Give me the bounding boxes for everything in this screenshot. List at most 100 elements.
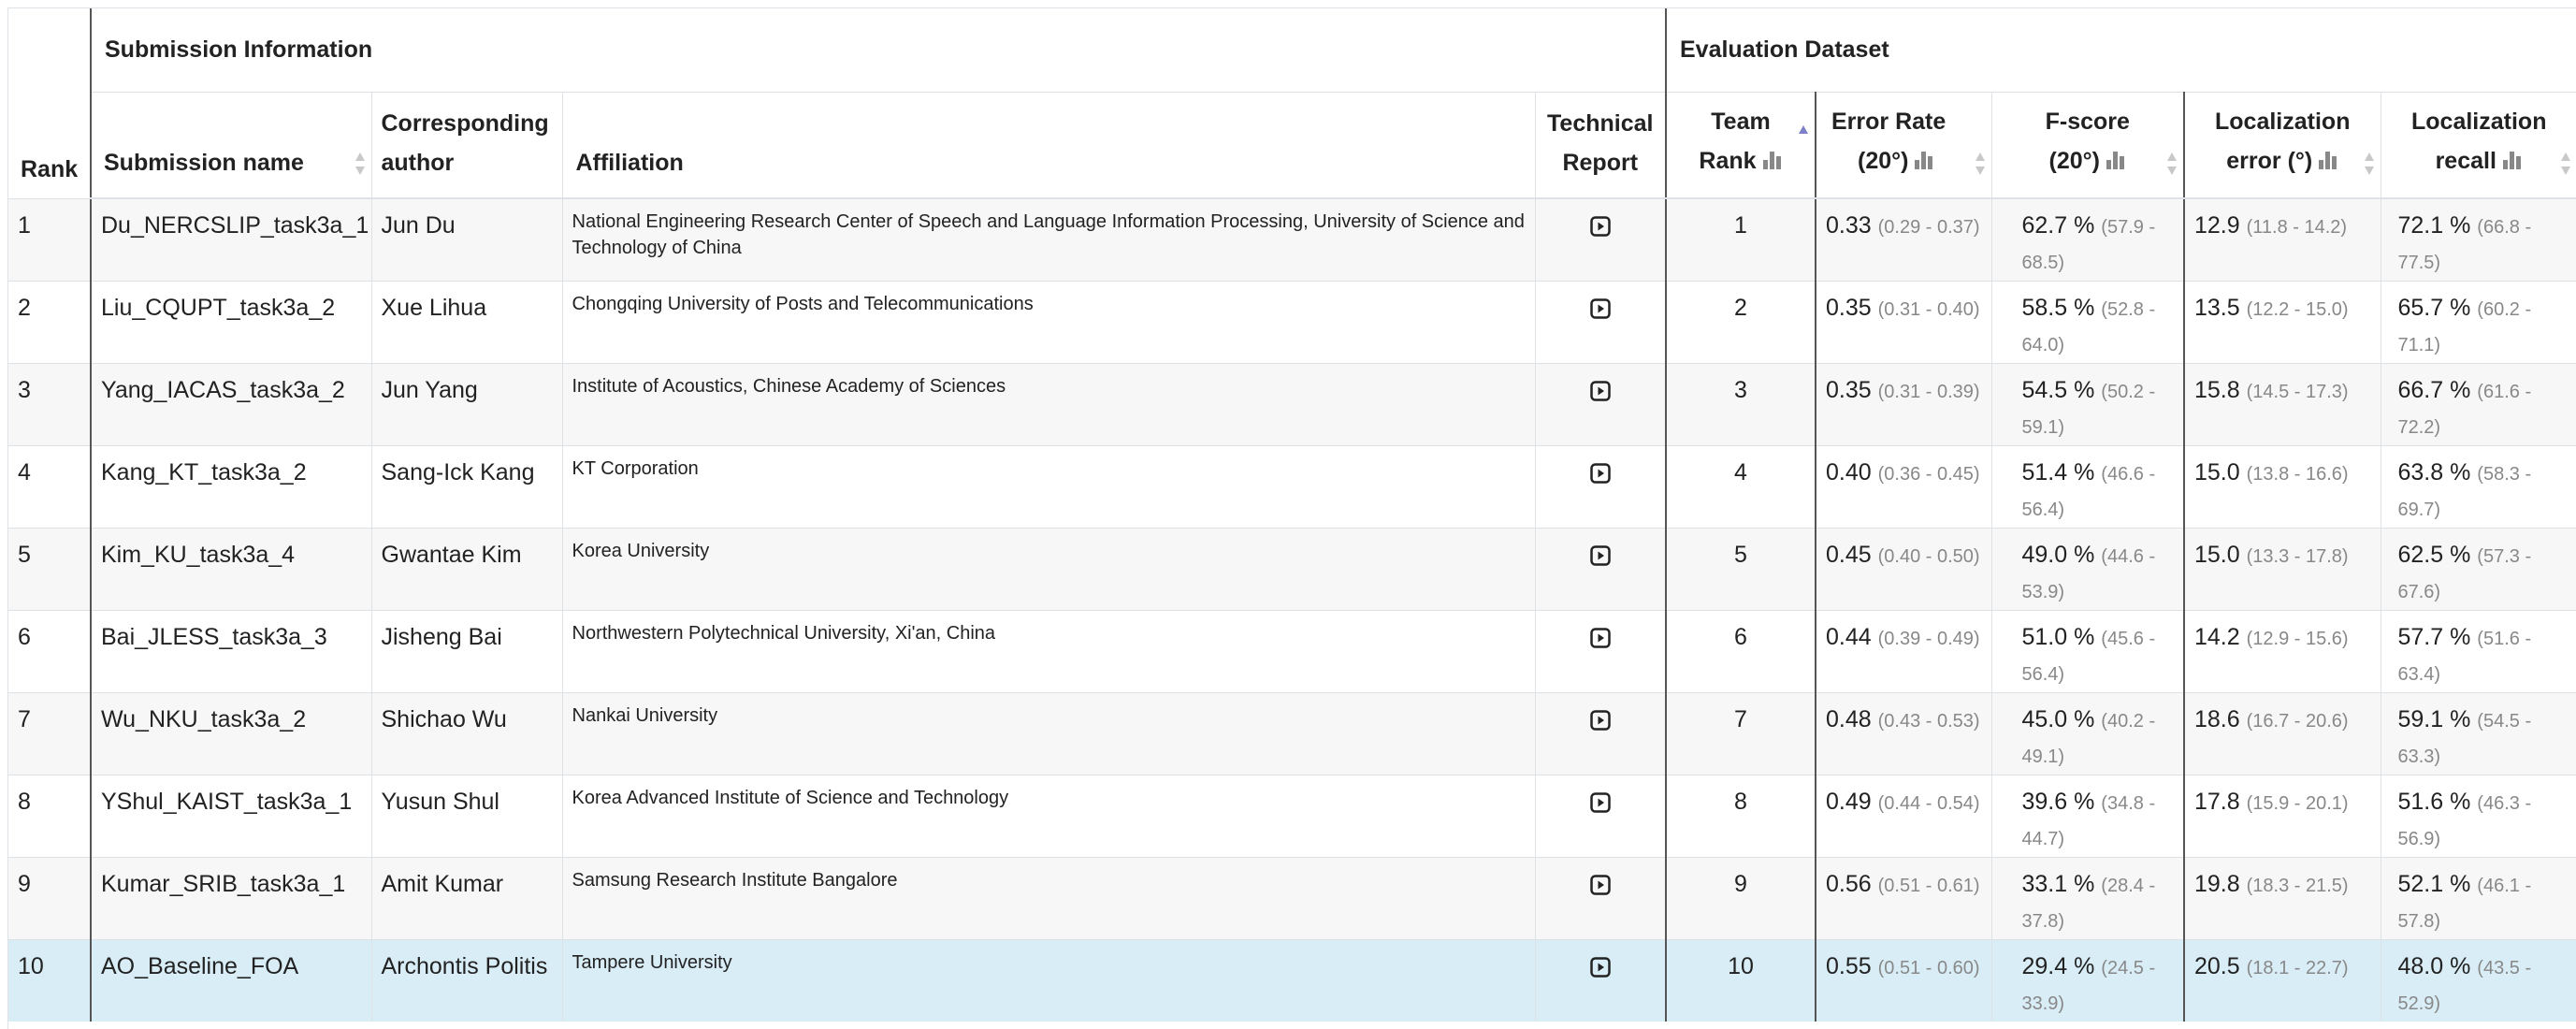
localization-recall-cell: 66.7 % (61.6 - 72.2) bbox=[2380, 362, 2576, 445]
column-header-technical-report[interactable]: Technical Report bbox=[1534, 92, 1666, 199]
bar-chart-icon[interactable] bbox=[2318, 143, 2338, 182]
f-score-cell: 51.0 % (45.6 - 56.4) bbox=[1990, 609, 2184, 692]
table-row: 4 Kang_KT_task3a_2 Sang-Ick Kang KT Corpora… bbox=[8, 444, 2576, 528]
sort-arrows-icon[interactable] bbox=[2364, 151, 2375, 177]
submission-name-cell[interactable]: Liu_CQUPT_task3a_2 bbox=[90, 280, 371, 363]
technical-report-cell bbox=[1534, 609, 1666, 692]
column-header-submission-name[interactable]: Submission name bbox=[90, 92, 371, 199]
group-header-submission: Submission Information bbox=[90, 8, 1666, 93]
bar-chart-icon[interactable] bbox=[1914, 143, 1934, 182]
column-header-localization-recall[interactable]: Localization recall bbox=[2380, 92, 2576, 199]
table-row: 3 Yang_IACAS_task3a_2 Jun Yang Institute of… bbox=[8, 362, 2576, 445]
sort-arrows-icon[interactable] bbox=[1975, 151, 1986, 177]
technical-report-cell bbox=[1534, 362, 1666, 445]
column-header-team-rank[interactable]: Team Rank bbox=[1665, 92, 1816, 199]
document-play-icon[interactable] bbox=[1590, 459, 1611, 493]
table-row: 1 Du_NERCSLIP_task3a_1 Jun Du National Engi… bbox=[8, 197, 2576, 281]
affiliation-cell: Chongqing University of Posts and Teleco… bbox=[561, 280, 1535, 363]
author-cell: Jun Yang bbox=[370, 362, 562, 445]
affiliation-cell: Samsung Research Institute Bangalore bbox=[561, 856, 1535, 939]
localization-error-cell: 13.5 (12.2 - 15.0) bbox=[2183, 280, 2381, 363]
rank-cell: 6 bbox=[8, 609, 91, 692]
rank-cell: 8 bbox=[8, 774, 91, 857]
author-cell: Shichao Wu bbox=[370, 691, 562, 775]
f-score-cell: 54.5 % (50.2 - 59.1) bbox=[1990, 362, 2184, 445]
localization-recall-cell: 63.8 % (58.3 - 69.7) bbox=[2380, 444, 2576, 528]
sort-arrows-icon[interactable] bbox=[2166, 151, 2178, 177]
author-cell: Gwantae Kim bbox=[370, 527, 562, 610]
team-rank-cell: 6 bbox=[1665, 609, 1816, 692]
rank-cell: 7 bbox=[8, 691, 91, 775]
sort-arrows-icon[interactable] bbox=[355, 151, 366, 177]
column-header-localization-error[interactable]: Localization error (°) bbox=[2183, 92, 2381, 199]
technical-report-cell bbox=[1534, 444, 1666, 528]
error-rate-cell: 0.33 (0.29 - 0.37) bbox=[1815, 197, 1991, 281]
results-table-body: 1 Du_NERCSLIP_task3a_1 Jun Du National Engi… bbox=[8, 197, 2576, 1022]
author-cell: Jisheng Bai bbox=[370, 609, 562, 692]
column-header-affiliation[interactable]: Affiliation bbox=[561, 92, 1535, 199]
localization-error-cell: 19.8 (18.3 - 21.5) bbox=[2183, 856, 2381, 939]
document-play-icon[interactable] bbox=[1590, 212, 1611, 246]
localization-error-cell: 18.6 (16.7 - 20.6) bbox=[2183, 691, 2381, 775]
localization-recall-cell: 72.1 % (66.8 - 77.5) bbox=[2380, 197, 2576, 281]
error-rate-cell: 0.45 (0.40 - 0.50) bbox=[1815, 527, 1991, 610]
f-score-cell: 51.4 % (46.6 - 56.4) bbox=[1990, 444, 2184, 528]
submission-name-cell[interactable]: Du_NERCSLIP_task3a_1 bbox=[90, 197, 371, 281]
submission-name-cell[interactable]: Bai_JLESS_task3a_3 bbox=[90, 609, 371, 692]
f-score-cell: 29.4 % (24.5 - 33.9) bbox=[1990, 938, 2184, 1022]
technical-report-cell bbox=[1534, 691, 1666, 775]
submission-name-cell[interactable]: Kang_KT_task3a_2 bbox=[90, 444, 371, 528]
document-play-icon[interactable] bbox=[1590, 953, 1611, 987]
technical-report-cell bbox=[1534, 527, 1666, 610]
localization-recall-cell: 65.7 % (60.2 - 71.1) bbox=[2380, 280, 2576, 363]
f-score-cell: 58.5 % (52.8 - 64.0) bbox=[1990, 280, 2184, 363]
submission-name-cell[interactable]: Wu_NKU_task3a_2 bbox=[90, 691, 371, 775]
rank-cell: 4 bbox=[8, 444, 91, 528]
submission-name-cell[interactable]: Yang_IACAS_task3a_2 bbox=[90, 362, 371, 445]
document-play-icon[interactable] bbox=[1590, 624, 1611, 658]
bar-chart-icon[interactable] bbox=[2106, 143, 2126, 182]
bar-chart-icon[interactable] bbox=[2502, 143, 2523, 182]
rank-cell: 5 bbox=[8, 527, 91, 610]
document-play-icon[interactable] bbox=[1590, 789, 1611, 822]
affiliation-cell: Korea Advanced Institute of Science and … bbox=[561, 774, 1535, 857]
column-header-f-score[interactable]: F-score (20°) bbox=[1990, 92, 2184, 199]
column-header-author[interactable]: Corresponding author bbox=[370, 92, 562, 199]
document-play-icon[interactable] bbox=[1590, 377, 1611, 411]
column-header-error-rate[interactable]: Error Rate (20°) bbox=[1815, 92, 1991, 199]
error-rate-cell: 0.44 (0.39 - 0.49) bbox=[1815, 609, 1991, 692]
localization-recall-cell: 52.1 % (46.1 - 57.8) bbox=[2380, 856, 2576, 939]
submission-name-cell[interactable]: AO_Baseline_FOA bbox=[90, 938, 371, 1022]
document-play-icon[interactable] bbox=[1590, 706, 1611, 740]
team-rank-cell: 9 bbox=[1665, 856, 1816, 939]
localization-error-cell: 15.8 (14.5 - 17.3) bbox=[2183, 362, 2381, 445]
submission-name-cell[interactable]: Kim_KU_task3a_4 bbox=[90, 527, 371, 610]
f-score-cell: 39.6 % (34.8 - 44.7) bbox=[1990, 774, 2184, 857]
rank-cell: 10 bbox=[8, 938, 91, 1022]
team-rank-cell: 3 bbox=[1665, 362, 1816, 445]
sort-arrows-icon[interactable] bbox=[2560, 151, 2571, 177]
affiliation-cell: Institute of Acoustics, Chinese Academy … bbox=[561, 362, 1535, 445]
author-cell: Jun Du bbox=[370, 197, 562, 281]
author-cell: Sang-Ick Kang bbox=[370, 444, 562, 528]
localization-recall-cell: 48.0 % (43.5 - 52.9) bbox=[2380, 938, 2576, 1022]
team-rank-cell: 10 bbox=[1665, 938, 1816, 1022]
technical-report-cell bbox=[1534, 197, 1666, 281]
column-header-rank[interactable]: Rank bbox=[8, 8, 91, 199]
document-play-icon[interactable] bbox=[1590, 542, 1611, 575]
affiliation-cell: National Engineering Research Center of … bbox=[561, 197, 1535, 281]
author-cell: Amit Kumar bbox=[370, 856, 562, 939]
team-rank-cell: 8 bbox=[1665, 774, 1816, 857]
document-play-icon[interactable] bbox=[1590, 295, 1611, 328]
localization-error-cell: 14.2 (12.9 - 15.6) bbox=[2183, 609, 2381, 692]
f-score-cell: 49.0 % (44.6 - 53.9) bbox=[1990, 527, 2184, 610]
sort-ascending-icon[interactable] bbox=[1798, 124, 1809, 151]
column-header-row: Submission name Corresponding author Affi… bbox=[8, 92, 2576, 199]
submission-name-cell[interactable]: YShul_KAIST_task3a_1 bbox=[90, 774, 371, 857]
submission-name-cell[interactable]: Kumar_SRIB_task3a_1 bbox=[90, 856, 371, 939]
error-rate-cell: 0.35 (0.31 - 0.39) bbox=[1815, 362, 1991, 445]
group-header-evaluation: Evaluation Dataset bbox=[1664, 8, 2576, 93]
bar-chart-icon[interactable] bbox=[1762, 143, 1783, 182]
error-rate-cell: 0.35 (0.31 - 0.40) bbox=[1815, 280, 1991, 363]
document-play-icon[interactable] bbox=[1590, 871, 1611, 905]
